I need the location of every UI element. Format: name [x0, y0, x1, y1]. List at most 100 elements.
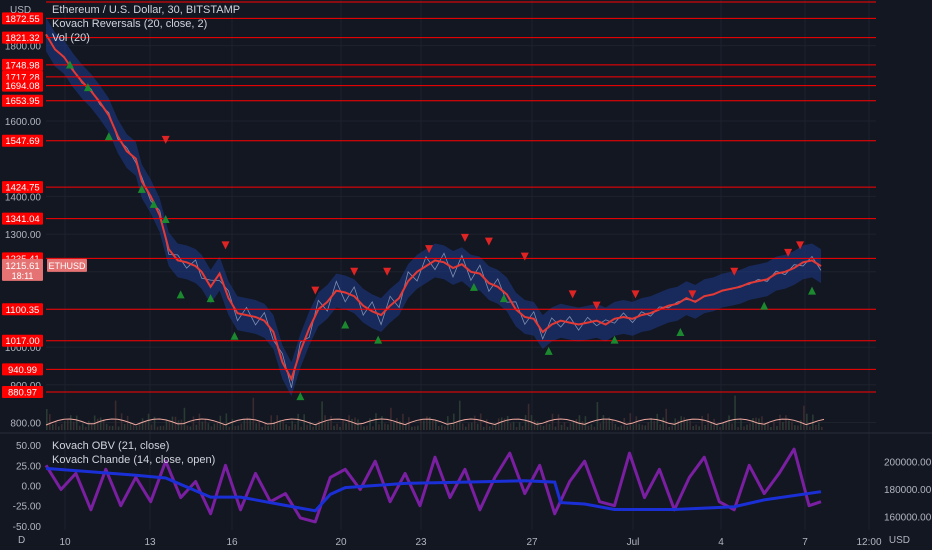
volume-bar — [782, 421, 784, 430]
x-tick-label: 16 — [226, 537, 238, 548]
volume-bar — [809, 426, 811, 430]
volume-bar — [785, 415, 787, 430]
volume-bar — [201, 421, 204, 430]
y-tick-label: 1400.00 — [5, 192, 42, 203]
volume-bar — [791, 421, 793, 430]
volume-bar — [806, 413, 808, 430]
volume-bar — [482, 426, 485, 430]
volume-bar — [770, 426, 772, 430]
volume-bar — [596, 402, 599, 430]
volume-bar — [821, 426, 823, 430]
volume-bar — [90, 423, 93, 430]
buy-marker — [296, 392, 305, 401]
currency-right-label[interactable]: USD — [889, 535, 910, 546]
volume-bar — [270, 415, 273, 430]
volume-bar — [204, 418, 207, 430]
volume-bar — [638, 423, 641, 430]
indicator-legend-reversals[interactable]: Kovach Reversals (20, close, 2) — [52, 17, 207, 31]
volume-bar — [761, 416, 763, 430]
volume-bar — [324, 415, 326, 430]
chart-canvas[interactable]: 1800.001600.001400.001300.001200.001100.… — [0, 0, 932, 550]
volume-bar — [438, 425, 440, 430]
volume-bar — [144, 421, 147, 430]
volume-bar — [381, 416, 383, 430]
level-tag-label: 880.97 — [8, 387, 37, 398]
sell-marker — [484, 237, 493, 246]
volume-bar — [584, 416, 587, 430]
level-tag-label: 940.99 — [8, 365, 37, 376]
volume-bar — [815, 424, 817, 430]
volume-bar — [351, 418, 353, 430]
volume-bar — [641, 424, 644, 430]
volume-bar — [497, 418, 500, 430]
volume-bar — [258, 421, 261, 430]
level-tag-label: 1424.75 — [5, 183, 39, 194]
oscillator-tick-label: 0.00 — [22, 482, 42, 493]
indicator-legend-obv[interactable]: Kovach OBV (21, close) — [52, 439, 169, 453]
volume-bar — [216, 422, 219, 430]
oscillator-tick-label: -25.00 — [13, 502, 42, 513]
volume-bar — [518, 422, 521, 430]
buy-marker — [374, 335, 383, 344]
volume-bar — [135, 426, 138, 430]
volume-bar — [668, 426, 671, 430]
volume-bar — [432, 420, 434, 430]
volume-bar — [578, 415, 581, 430]
buy-marker — [808, 286, 817, 295]
volume-bar — [746, 424, 748, 430]
volume-bar — [156, 426, 159, 430]
volume-bar — [318, 420, 320, 430]
volume-bar — [755, 417, 757, 430]
volume-bar — [402, 413, 404, 430]
volume-bar — [665, 408, 668, 430]
volume-bar — [779, 414, 781, 430]
kovach-band — [46, 17, 821, 397]
volume-bar — [818, 422, 820, 430]
volume-bar — [515, 426, 518, 430]
volume-bar — [473, 415, 476, 430]
volume-bar — [509, 423, 512, 430]
volume-bar — [536, 421, 539, 430]
x-tick-label: 7 — [802, 537, 808, 548]
volume-bar — [336, 423, 338, 430]
volume-bar — [213, 423, 216, 430]
indicator-legend-volume[interactable]: Vol (20) — [52, 31, 90, 45]
y-tick-label: 800.00 — [10, 418, 41, 429]
volume-bar — [396, 418, 398, 430]
volume-bar — [461, 423, 464, 430]
indicator-legend-chande[interactable]: Kovach Chande (14, close, open) — [52, 453, 215, 467]
volume-bar — [470, 422, 473, 430]
volume-bar — [713, 418, 715, 430]
volume-bar — [51, 424, 54, 430]
level-tag-label: 1653.95 — [5, 96, 39, 107]
volume-bar — [587, 425, 590, 430]
buy-marker — [176, 290, 185, 299]
volume-bar — [512, 421, 515, 430]
volume-bar — [560, 424, 563, 430]
volume-bar — [701, 415, 703, 430]
volume-bar — [704, 424, 706, 430]
volume-bar — [327, 421, 329, 430]
volume-bar — [249, 418, 252, 430]
volume-bar — [285, 424, 287, 430]
x-tick-label: 4 — [718, 537, 724, 548]
volume-bar — [81, 423, 84, 430]
timezone-icon[interactable]: D — [18, 535, 25, 546]
volume-bar — [614, 424, 617, 430]
volume-bar — [524, 415, 527, 430]
volume-bar — [662, 417, 665, 430]
volume-bar — [563, 421, 566, 430]
symbol-legend[interactable]: Ethereum / U.S. Dollar, 30, BITSTAMP — [52, 3, 240, 17]
volume-bar — [162, 425, 165, 430]
volume-bar — [803, 405, 805, 430]
volume-bar — [602, 415, 605, 430]
volume-bar — [225, 413, 228, 430]
volume-bar — [384, 423, 386, 430]
volume-bar — [728, 415, 730, 430]
price-smoothed-line — [45, 33, 822, 382]
volume-bar — [186, 425, 189, 430]
volume-bar — [378, 424, 380, 430]
volume-bar — [132, 423, 135, 430]
level-tag-label: 1821.32 — [5, 33, 39, 44]
volume-bar — [117, 426, 120, 430]
